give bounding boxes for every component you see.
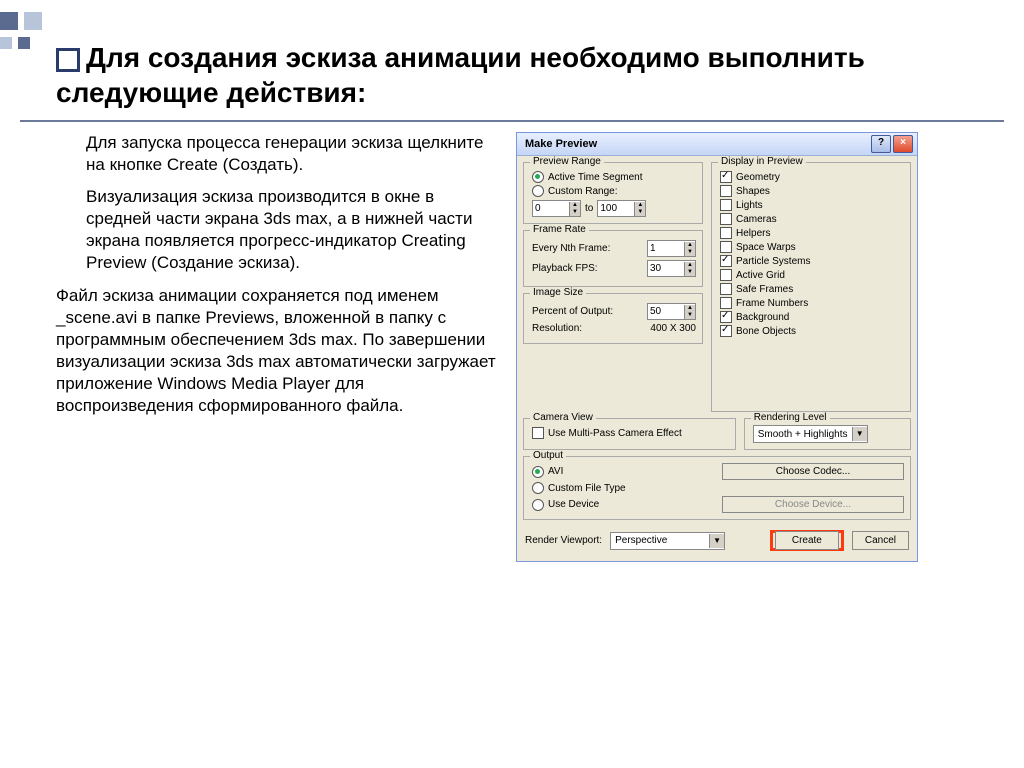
rendering-level-group: Rendering Level Smooth + Highlights▼ xyxy=(744,418,911,450)
text-column: Для запуска процесса генерации эскиза ще… xyxy=(56,132,496,562)
resolution-value: 400 X 300 xyxy=(650,323,696,334)
chk-bone-objects[interactable]: Bone Objects xyxy=(720,325,904,337)
chk-cameras[interactable]: Cameras xyxy=(720,213,904,225)
nth-frame-spinner[interactable]: ▲▼ xyxy=(647,240,696,257)
paragraph-2: Визуализация эскиза производится в окне … xyxy=(56,186,496,274)
paragraph-1: Для запуска процесса генерации эскиза ще… xyxy=(56,132,496,176)
radio-avi[interactable]: AVI xyxy=(532,466,652,478)
chevron-down-icon: ▼ xyxy=(709,534,724,548)
create-button-highlight: Create xyxy=(770,530,844,551)
rendering-level-select[interactable]: Smooth + Highlights▼ xyxy=(753,425,868,443)
choose-codec-button[interactable]: Choose Codec... xyxy=(722,463,904,480)
radio-icon xyxy=(532,171,544,183)
display-in-preview-group: Display in Preview Geometry Shapes Light… xyxy=(711,162,911,412)
render-viewport-select[interactable]: Perspective▼ xyxy=(610,532,725,550)
output-group: Output AVI Choose Codec... Custom File T… xyxy=(523,456,911,520)
fps-spinner[interactable]: ▲▼ xyxy=(647,260,696,277)
cancel-button[interactable]: Cancel xyxy=(852,531,909,550)
camera-view-group: Camera View Use Multi-Pass Camera Effect xyxy=(523,418,736,450)
radio-icon xyxy=(532,185,544,197)
bullet-icon xyxy=(56,48,80,72)
chk-active-grid[interactable]: Active Grid xyxy=(720,269,904,281)
choose-device-button[interactable]: Choose Device... xyxy=(722,496,904,513)
chk-lights[interactable]: Lights xyxy=(720,199,904,211)
paragraph-3: Файл эскиза анимации сохраняется под име… xyxy=(56,285,496,418)
chk-particle-systems[interactable]: Particle Systems xyxy=(720,255,904,267)
dialog-title: Make Preview xyxy=(521,138,871,150)
make-preview-dialog: Make Preview ? × Preview Range Active Ti… xyxy=(516,132,918,562)
chk-multi-pass-camera[interactable]: Use Multi-Pass Camera Effect xyxy=(532,427,729,439)
chk-space-warps[interactable]: Space Warps xyxy=(720,241,904,253)
render-viewport-label: Render Viewport: xyxy=(525,535,602,546)
frame-rate-group: Frame Rate Every Nth Frame:▲▼ Playback F… xyxy=(523,230,703,287)
dialog-titlebar[interactable]: Make Preview ? × xyxy=(517,133,917,156)
chk-background[interactable]: Background xyxy=(720,311,904,323)
radio-custom-range[interactable]: Custom Range: xyxy=(532,185,696,197)
range-to-spinner[interactable]: ▲▼ xyxy=(597,200,646,217)
radio-custom-file-type[interactable]: Custom File Type xyxy=(532,482,904,494)
chk-shapes[interactable]: Shapes xyxy=(720,185,904,197)
chk-geometry[interactable]: Geometry xyxy=(720,171,904,183)
chevron-down-icon: ▼ xyxy=(852,427,867,441)
slide-heading: Для создания эскиза анимации необходимо … xyxy=(0,0,1024,114)
preview-range-group: Preview Range Active Time Segment Custom… xyxy=(523,162,703,224)
radio-active-time-segment[interactable]: Active Time Segment xyxy=(532,171,696,183)
range-from-spinner[interactable]: ▲▼ xyxy=(532,200,581,217)
chk-safe-frames[interactable]: Safe Frames xyxy=(720,283,904,295)
chk-frame-numbers[interactable]: Frame Numbers xyxy=(720,297,904,309)
radio-use-device[interactable]: Use Device xyxy=(532,499,652,511)
close-button[interactable]: × xyxy=(893,135,913,153)
percent-output-spinner[interactable]: ▲▼ xyxy=(647,303,696,320)
image-size-group: Image Size Percent of Output:▲▼ Resoluti… xyxy=(523,293,703,344)
chk-helpers[interactable]: Helpers xyxy=(720,227,904,239)
slide-decoration xyxy=(0,12,44,54)
create-button[interactable]: Create xyxy=(775,531,839,550)
help-button[interactable]: ? xyxy=(871,135,891,153)
